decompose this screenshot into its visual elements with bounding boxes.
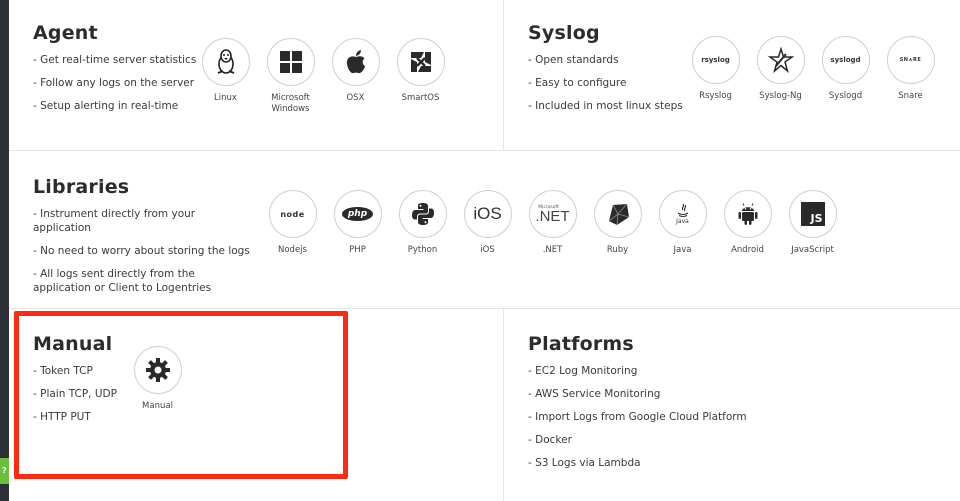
divider: [503, 308, 504, 501]
syslogd-icon: syslogd: [830, 56, 861, 64]
icon-label: Ruby: [606, 245, 629, 255]
icon-label: Syslogd: [828, 91, 863, 101]
library-java[interactable]: Java Java: [650, 190, 715, 256]
icon-label: Snare: [898, 91, 923, 101]
nodejs-icon: node: [280, 209, 305, 219]
icon-label: Nodejs: [278, 245, 307, 255]
platform-link-ec2[interactable]: - EC2 Log Monitoring: [528, 364, 747, 378]
left-sidebar-edge: [0, 0, 9, 501]
agent-section: Agent - Get real-time server statistics …: [33, 22, 196, 122]
icon-label: JavaScript: [791, 245, 834, 255]
highlight-box: [14, 311, 348, 479]
library-php[interactable]: php PHP: [325, 190, 390, 256]
android-icon: [738, 203, 757, 225]
apple-icon: [346, 50, 365, 74]
help-tab[interactable]: ?: [0, 458, 9, 484]
libraries-bullet: - Instrument directly from your applicat…: [33, 208, 196, 234]
python-icon: [411, 203, 434, 225]
library-nodejs[interactable]: node Nodejs: [260, 190, 325, 256]
smartos-icon: [410, 52, 431, 72]
icon-label: Android: [731, 245, 764, 255]
divider: [9, 150, 960, 151]
agent-windows[interactable]: Microsoft Windows: [258, 38, 323, 115]
icon-label: SmartOS: [401, 93, 440, 103]
libraries-section: Libraries - Instrument directly from you…: [33, 176, 253, 304]
library-icons: node Nodejs php PHP Python iOS iOS Micro…: [260, 190, 845, 256]
libraries-bullet: - All logs sent directly from the applic…: [33, 268, 212, 294]
library-ios[interactable]: iOS iOS: [455, 190, 520, 256]
agent-osx[interactable]: OSX: [323, 38, 388, 115]
icon-label: Linux: [214, 93, 237, 103]
icon-label: Python: [407, 245, 438, 255]
library-ruby[interactable]: Ruby: [585, 190, 650, 256]
divider: [503, 0, 504, 150]
platforms-section: Platforms - EC2 Log Monitoring - AWS Ser…: [528, 333, 747, 479]
syslog-bullet: - Easy to configure: [528, 77, 627, 89]
syslog-title: Syslog: [528, 22, 600, 44]
icon-label: .NET: [542, 245, 563, 255]
platform-link-s3-lambda[interactable]: - S3 Logs via Lambda: [528, 456, 747, 470]
platform-link-docker[interactable]: - Docker: [528, 433, 747, 447]
syslog-rsyslog[interactable]: rsyslog Rsyslog: [683, 36, 748, 102]
icon-label: Microsoft Windows: [271, 93, 310, 114]
agent-smartos[interactable]: SmartOS: [388, 38, 453, 115]
icon-label: OSX: [346, 93, 365, 103]
agent-bullet: - Setup alerting in real-time: [33, 100, 179, 112]
icon-label: Syslog-Ng: [759, 91, 802, 101]
javascript-icon: JS: [800, 202, 825, 226]
java-wordmark: Java: [676, 218, 689, 225]
syslog-bullet: - Open standards: [528, 54, 619, 66]
agent-linux[interactable]: Linux: [193, 38, 258, 115]
syslog-syslogd[interactable]: syslogd Syslogd: [813, 36, 878, 102]
snare-icon: SN∧RE: [899, 57, 922, 63]
syslog-icons: rsyslog Rsyslog Syslog-Ng syslogd Syslog…: [683, 36, 943, 102]
rsyslog-icon: rsyslog: [701, 56, 730, 64]
windows-icon: [279, 51, 302, 73]
agent-bullet: - Follow any logs on the server: [33, 77, 195, 89]
java-icon: [677, 203, 688, 218]
agent-icons: Linux Microsoft Windows OSX SmartOS: [193, 38, 453, 115]
dotnet-icon: .NET: [535, 207, 570, 225]
library-dotnet[interactable]: Microsoft .NET .NET: [520, 190, 585, 256]
library-javascript[interactable]: JS JavaScript: [780, 190, 845, 256]
platform-link-aws[interactable]: - AWS Service Monitoring: [528, 387, 747, 401]
libraries-bullet: - No need to worry about storing the log…: [33, 245, 250, 257]
icon-label: Java: [673, 245, 692, 255]
ios-icon: iOS: [473, 204, 502, 223]
ruby-icon: [608, 203, 629, 226]
divider: [9, 308, 960, 309]
libraries-title: Libraries: [33, 176, 130, 198]
library-android[interactable]: Android: [715, 190, 780, 256]
syslog-ng[interactable]: Syslog-Ng: [748, 36, 813, 102]
library-python[interactable]: Python: [390, 190, 455, 256]
icon-label: Rsyslog: [699, 91, 732, 101]
syslog-section: Syslog - Open standards - Easy to config…: [528, 22, 683, 122]
platform-link-google-cloud[interactable]: - Import Logs from Google Cloud Platform: [528, 410, 747, 424]
icon-label: iOS: [480, 245, 495, 255]
agent-title: Agent: [33, 22, 98, 44]
icon-label: PHP: [349, 245, 366, 255]
php-icon: php: [341, 207, 374, 221]
agent-bullet: - Get real-time server statistics: [33, 54, 197, 66]
platforms-title: Platforms: [528, 333, 634, 355]
syslog-bullet: - Included in most linux steps: [528, 100, 683, 112]
syslog-ng-icon: [767, 47, 794, 73]
syslog-snare[interactable]: SN∧RE Snare: [878, 36, 943, 102]
linux-icon: [217, 49, 234, 74]
